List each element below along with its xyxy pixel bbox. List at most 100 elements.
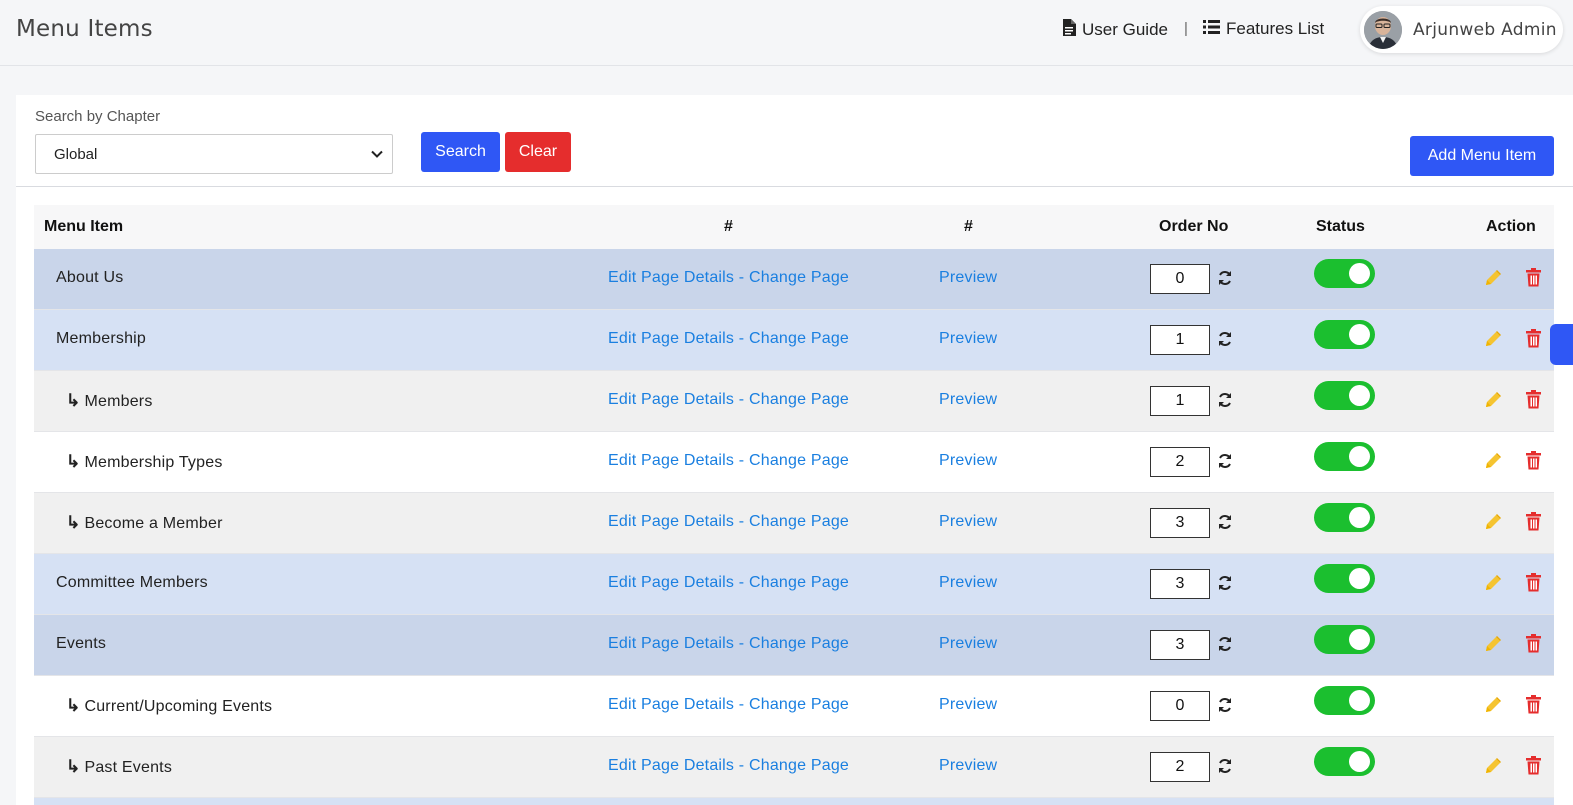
refresh-icon[interactable] [1217, 270, 1233, 291]
preview-link[interactable]: Preview [939, 391, 997, 409]
chapter-select[interactable]: Global [35, 134, 393, 174]
refresh-icon[interactable] [1217, 758, 1233, 779]
change-page-link[interactable]: Change Page [749, 452, 849, 469]
preview-link[interactable]: Preview [939, 574, 997, 592]
trash-icon[interactable] [1525, 268, 1542, 292]
status-toggle[interactable] [1314, 625, 1375, 654]
side-panel-tab[interactable] [1550, 324, 1573, 365]
change-page-link[interactable]: Change Page [749, 513, 849, 530]
change-page-link[interactable]: Change Page [749, 574, 849, 591]
trash-icon[interactable] [1525, 329, 1542, 353]
pencil-icon[interactable] [1483, 573, 1503, 598]
preview-link[interactable]: Preview [939, 330, 997, 348]
col-order-no: Order No [1159, 218, 1229, 235]
table-row: ↳ Members Edit Page Details - Change Page P… [34, 371, 1554, 432]
status-toggle[interactable] [1314, 503, 1375, 532]
order-number-input[interactable] [1150, 630, 1210, 660]
menu-item-name: ↳ Membership Types [66, 452, 223, 472]
features-list-label: Features List [1226, 19, 1325, 38]
toggle-knob [1349, 751, 1370, 772]
pencil-icon[interactable] [1483, 512, 1503, 537]
change-page-link[interactable]: Change Page [749, 696, 849, 713]
change-page-link[interactable]: Change Page [749, 757, 849, 774]
edit-page-details-link[interactable]: Edit Page Details [608, 452, 734, 469]
pencil-icon[interactable] [1483, 268, 1503, 293]
preview-link[interactable]: Preview [939, 513, 997, 531]
refresh-icon[interactable] [1217, 697, 1233, 718]
table-row: ↳ Past Events Edit Page Details - Change P… [34, 737, 1554, 798]
edit-page-details-link[interactable]: Edit Page Details [608, 330, 734, 347]
col-hash-1: # [724, 218, 733, 235]
page-links: Edit Page Details - Change Page [608, 574, 849, 592]
status-toggle[interactable] [1314, 564, 1375, 593]
order-number-input[interactable] [1150, 447, 1210, 477]
pencil-icon[interactable] [1483, 390, 1503, 415]
trash-icon[interactable] [1525, 451, 1542, 475]
preview-link[interactable]: Preview [939, 696, 997, 714]
link-separator: - [734, 513, 749, 530]
change-page-link[interactable]: Change Page [749, 269, 849, 286]
pencil-icon[interactable] [1483, 756, 1503, 781]
trash-icon[interactable] [1525, 756, 1542, 780]
trash-icon[interactable] [1525, 512, 1542, 536]
order-number-input[interactable] [1150, 325, 1210, 355]
edit-page-details-link[interactable]: Edit Page Details [608, 635, 734, 652]
order-number-input[interactable] [1150, 691, 1210, 721]
order-number-input[interactable] [1150, 569, 1210, 599]
user-guide-link[interactable]: User Guide [1062, 19, 1168, 41]
pencil-icon[interactable] [1483, 329, 1503, 354]
features-list-link[interactable]: Features List [1203, 19, 1324, 39]
link-separator: - [734, 452, 749, 469]
trash-icon[interactable] [1525, 634, 1542, 658]
chapter-filter-label: Search by Chapter [35, 108, 161, 125]
trash-icon[interactable] [1525, 695, 1542, 719]
status-toggle[interactable] [1314, 747, 1375, 776]
chapter-select-value: Global [54, 145, 98, 163]
order-number-input[interactable] [1150, 508, 1210, 538]
order-number-input[interactable] [1150, 386, 1210, 416]
status-toggle[interactable] [1314, 320, 1375, 349]
chevron-down-icon [370, 147, 384, 165]
status-toggle[interactable] [1314, 686, 1375, 715]
col-status: Status [1316, 218, 1365, 235]
edit-page-details-link[interactable]: Edit Page Details [608, 513, 734, 530]
edit-page-details-link[interactable]: Edit Page Details [608, 696, 734, 713]
menu-item-name: ↳ Current/Upcoming Events [66, 696, 272, 716]
refresh-icon[interactable] [1217, 392, 1233, 413]
toggle-knob [1349, 507, 1370, 528]
avatar [1364, 10, 1402, 49]
change-page-link[interactable]: Change Page [749, 635, 849, 652]
preview-link[interactable]: Preview [939, 635, 997, 653]
preview-link[interactable]: Preview [939, 452, 997, 470]
search-button[interactable]: Search [421, 132, 500, 172]
order-number-input[interactable] [1150, 264, 1210, 294]
refresh-icon[interactable] [1217, 575, 1233, 596]
pencil-icon[interactable] [1483, 695, 1503, 720]
refresh-icon[interactable] [1217, 331, 1233, 352]
pencil-icon[interactable] [1483, 451, 1503, 476]
change-page-link[interactable]: Change Page [749, 330, 849, 347]
menu-item-name: ↳ Become a Member [66, 513, 223, 533]
clear-button[interactable]: Clear [505, 132, 571, 172]
link-separator: - [734, 330, 749, 347]
order-number-input[interactable] [1150, 752, 1210, 782]
status-toggle[interactable] [1314, 259, 1375, 288]
edit-page-details-link[interactable]: Edit Page Details [608, 574, 734, 591]
trash-icon[interactable] [1525, 573, 1542, 597]
menu-item-label: Current/Upcoming Events [84, 698, 273, 715]
edit-page-details-link[interactable]: Edit Page Details [608, 391, 734, 408]
edit-page-details-link[interactable]: Edit Page Details [608, 269, 734, 286]
add-menu-item-button[interactable]: Add Menu Item [1410, 136, 1554, 176]
trash-icon[interactable] [1525, 390, 1542, 414]
refresh-icon[interactable] [1217, 514, 1233, 535]
status-toggle[interactable] [1314, 381, 1375, 410]
pencil-icon[interactable] [1483, 634, 1503, 659]
user-menu[interactable]: Arjunweb Admin [1360, 6, 1563, 53]
edit-page-details-link[interactable]: Edit Page Details [608, 757, 734, 774]
preview-link[interactable]: Preview [939, 269, 997, 287]
refresh-icon[interactable] [1217, 636, 1233, 657]
refresh-icon[interactable] [1217, 453, 1233, 474]
status-toggle[interactable] [1314, 442, 1375, 471]
change-page-link[interactable]: Change Page [749, 391, 849, 408]
preview-link[interactable]: Preview [939, 757, 997, 775]
